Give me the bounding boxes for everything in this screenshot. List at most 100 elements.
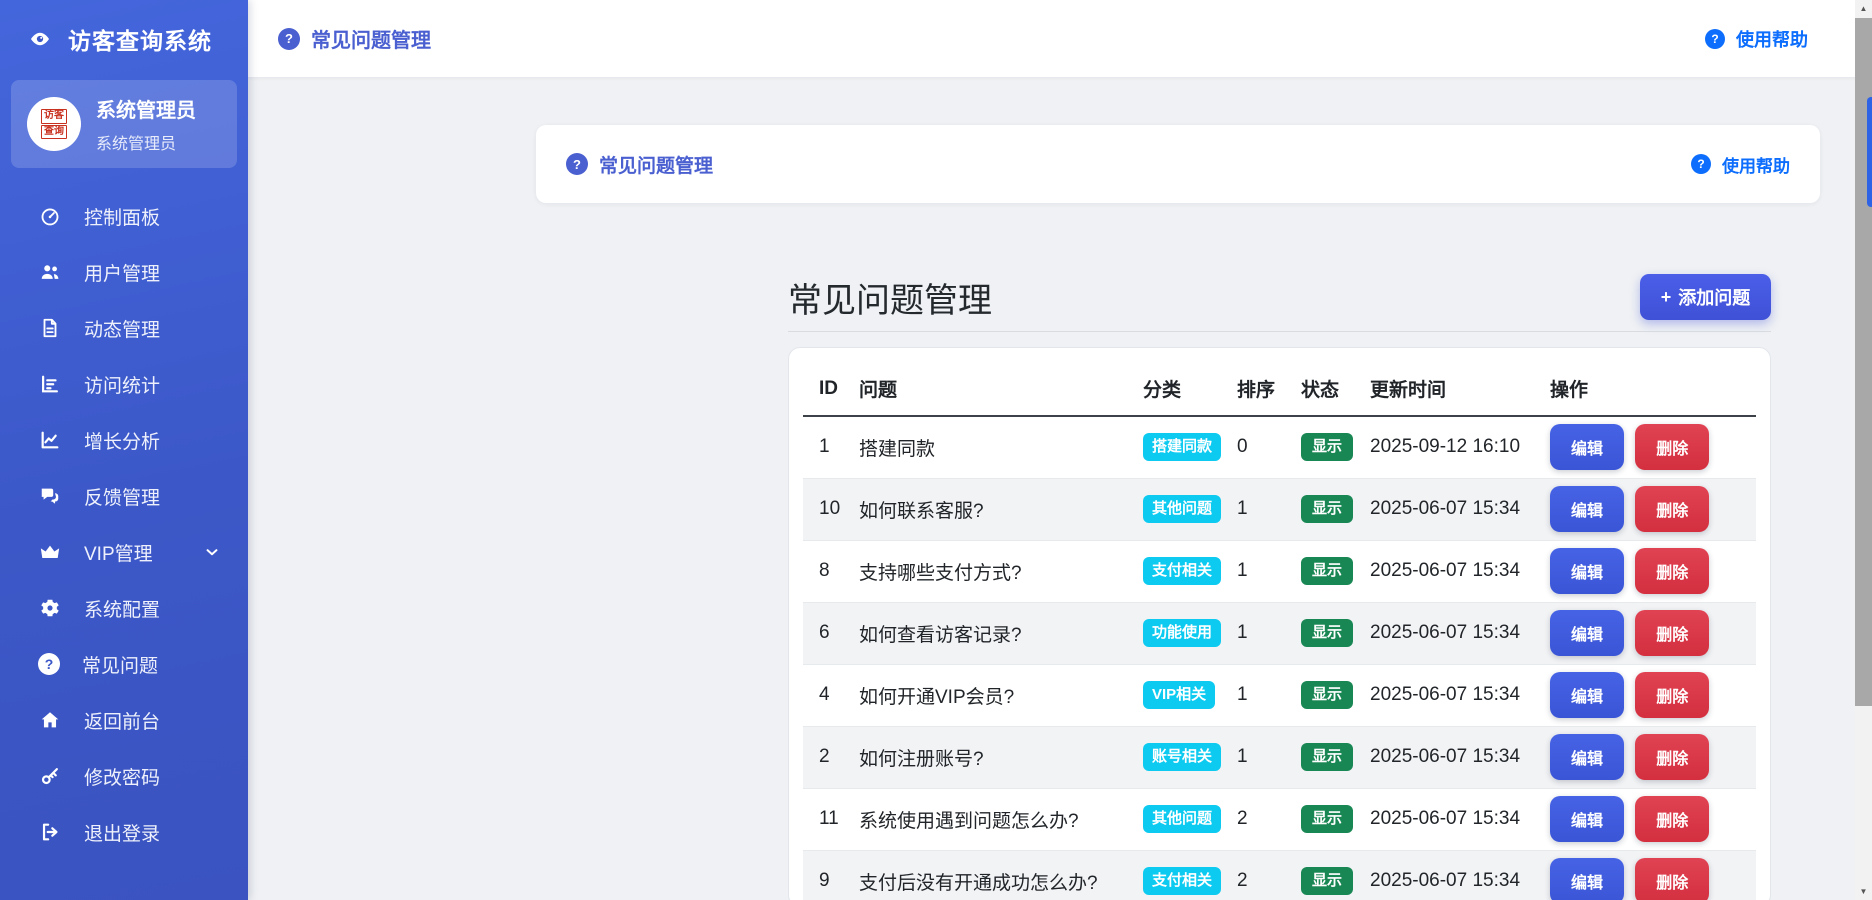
sidebar-item-password[interactable]: 修改密码 bbox=[0, 748, 248, 804]
sidebar-item-settings[interactable]: 系统配置 bbox=[0, 580, 248, 636]
scroll-down-arrow[interactable] bbox=[1855, 883, 1872, 900]
inner-scrollbar-thumb[interactable] bbox=[1867, 97, 1872, 207]
status-badge: 显示 bbox=[1301, 805, 1353, 833]
cell-updated: 2025-09-12 16:10 bbox=[1354, 416, 1534, 478]
col-status: 状态 bbox=[1285, 362, 1354, 416]
cell-id: 9 bbox=[803, 850, 843, 900]
content-header: 常见问题管理 + 添加问题 bbox=[788, 270, 1771, 324]
cell-id: 2 bbox=[803, 726, 843, 788]
delete-button[interactable]: 删除 bbox=[1635, 796, 1709, 842]
sidebar-item-dashboard[interactable]: 控制面板 bbox=[0, 188, 248, 244]
cell-id: 10 bbox=[803, 478, 843, 540]
cell-sort: 2 bbox=[1221, 850, 1285, 900]
users-icon bbox=[38, 260, 62, 284]
file-icon bbox=[38, 316, 62, 340]
topbar: ? 常见问题管理 ? 使用帮助 bbox=[248, 0, 1872, 78]
sidebar-item-faq[interactable]: ? 常见问题 bbox=[0, 636, 248, 692]
gear-icon bbox=[38, 596, 62, 620]
delete-button[interactable]: 删除 bbox=[1635, 734, 1709, 780]
cell-question: 如何开通VIP会员? bbox=[843, 664, 1127, 726]
sidebar-item-users[interactable]: 用户管理 bbox=[0, 244, 248, 300]
cell-question: 支持哪些支付方式? bbox=[843, 540, 1127, 602]
gauge-icon bbox=[38, 204, 62, 228]
col-sort: 排序 bbox=[1221, 362, 1285, 416]
category-badge: 其他问题 bbox=[1143, 805, 1221, 833]
col-category: 分类 bbox=[1127, 362, 1221, 416]
cell-updated: 2025-06-07 15:34 bbox=[1354, 602, 1534, 664]
table-row: 2 如何注册账号? 账号相关 1 显示 2025-06-07 15:34 编辑 … bbox=[803, 726, 1756, 788]
cell-sort: 1 bbox=[1221, 478, 1285, 540]
category-badge: VIP相关 bbox=[1143, 681, 1215, 709]
delete-button[interactable]: 删除 bbox=[1635, 548, 1709, 594]
app-title: 访客查询系统 bbox=[68, 22, 212, 56]
topbar-help[interactable]: ? 使用帮助 bbox=[1705, 26, 1808, 52]
cell-id: 1 bbox=[803, 416, 843, 478]
delete-button[interactable]: 删除 bbox=[1635, 610, 1709, 656]
sidebar-item-vip[interactable]: VIP管理 bbox=[0, 524, 248, 580]
edit-button[interactable]: 编辑 bbox=[1550, 424, 1624, 470]
sidebar-item-growth[interactable]: 增长分析 bbox=[0, 412, 248, 468]
status-badge: 显示 bbox=[1301, 681, 1353, 709]
add-question-button[interactable]: + 添加问题 bbox=[1640, 274, 1771, 320]
cell-question: 搭建同款 bbox=[843, 416, 1127, 478]
category-badge: 账号相关 bbox=[1143, 743, 1221, 771]
edit-button[interactable]: 编辑 bbox=[1550, 486, 1624, 532]
table-row: 9 支付后没有开通成功怎么办? 支付相关 2 显示 2025-06-07 15:… bbox=[803, 850, 1756, 900]
question-circle-icon: ? bbox=[566, 153, 588, 175]
table-row: 8 支持哪些支付方式? 支付相关 1 显示 2025-06-07 15:34 编… bbox=[803, 540, 1756, 602]
cell-sort: 1 bbox=[1221, 602, 1285, 664]
crown-icon bbox=[38, 540, 62, 564]
cell-actions: 编辑 删除 bbox=[1534, 664, 1756, 726]
scroll-up-arrow[interactable] bbox=[1855, 0, 1872, 17]
delete-button[interactable]: 删除 bbox=[1635, 424, 1709, 470]
edit-button[interactable]: 编辑 bbox=[1550, 672, 1624, 718]
cell-sort: 1 bbox=[1221, 664, 1285, 726]
cell-question: 如何查看访客记录? bbox=[843, 602, 1127, 664]
delete-button[interactable]: 删除 bbox=[1635, 858, 1709, 900]
app-brand: 访客查询系统 bbox=[0, 0, 248, 76]
status-badge: 显示 bbox=[1301, 433, 1353, 461]
status-badge: 显示 bbox=[1301, 495, 1353, 523]
cell-updated: 2025-06-07 15:34 bbox=[1354, 850, 1534, 900]
help-link-label: 使用帮助 bbox=[1736, 26, 1808, 52]
comments-icon bbox=[38, 484, 62, 508]
cell-question: 如何联系客服? bbox=[843, 478, 1127, 540]
sidebar-item-logout[interactable]: 退出登录 bbox=[0, 804, 248, 860]
cell-id: 4 bbox=[803, 664, 843, 726]
user-role: 系统管理员 bbox=[96, 130, 196, 154]
breadcrumb: ? 常见问题管理 bbox=[278, 24, 431, 53]
edit-button[interactable]: 编辑 bbox=[1550, 548, 1624, 594]
edit-button[interactable]: 编辑 bbox=[1550, 610, 1624, 656]
category-badge: 其他问题 bbox=[1143, 495, 1221, 523]
cell-id: 11 bbox=[803, 788, 843, 850]
sidebar-item-visit-stats[interactable]: 访问统计 bbox=[0, 356, 248, 412]
panel-header-help[interactable]: ? 使用帮助 bbox=[1691, 152, 1790, 177]
panel-header-card: ? 常见问题管理 ? 使用帮助 bbox=[536, 125, 1820, 203]
status-badge: 显示 bbox=[1301, 743, 1353, 771]
panel-header-title: 常见问题管理 bbox=[599, 151, 713, 178]
plus-icon: + bbox=[1661, 287, 1672, 308]
user-name: 系统管理员 bbox=[96, 94, 196, 123]
sidebar-item-feedback[interactable]: 反馈管理 bbox=[0, 468, 248, 524]
edit-button[interactable]: 编辑 bbox=[1550, 796, 1624, 842]
cell-updated: 2025-06-07 15:34 bbox=[1354, 726, 1534, 788]
table-row: 6 如何查看访客记录? 功能使用 1 显示 2025-06-07 15:34 编… bbox=[803, 602, 1756, 664]
faq-table-body: 1 搭建同款 搭建同款 0 显示 2025-09-12 16:10 编辑 删除 … bbox=[803, 416, 1756, 900]
page-breadcrumb-title: 常见问题管理 bbox=[311, 24, 431, 53]
edit-button[interactable]: 编辑 bbox=[1550, 734, 1624, 780]
eye-icon bbox=[28, 25, 52, 53]
user-profile[interactable]: 访客 查询 系统管理员 系统管理员 bbox=[11, 80, 237, 168]
delete-button[interactable]: 删除 bbox=[1635, 486, 1709, 532]
cell-question: 如何注册账号? bbox=[843, 726, 1127, 788]
sidebar-item-posts[interactable]: 动态管理 bbox=[0, 300, 248, 356]
col-question: 问题 bbox=[843, 362, 1127, 416]
edit-button[interactable]: 编辑 bbox=[1550, 858, 1624, 900]
cell-id: 6 bbox=[803, 602, 843, 664]
bar-chart-icon bbox=[38, 372, 62, 396]
delete-button[interactable]: 删除 bbox=[1635, 672, 1709, 718]
col-updated: 更新时间 bbox=[1354, 362, 1534, 416]
help-icon: ? bbox=[1705, 29, 1725, 49]
cell-question: 支付后没有开通成功怎么办? bbox=[843, 850, 1127, 900]
sidebar-item-frontend[interactable]: 返回前台 bbox=[0, 692, 248, 748]
cell-actions: 编辑 删除 bbox=[1534, 726, 1756, 788]
